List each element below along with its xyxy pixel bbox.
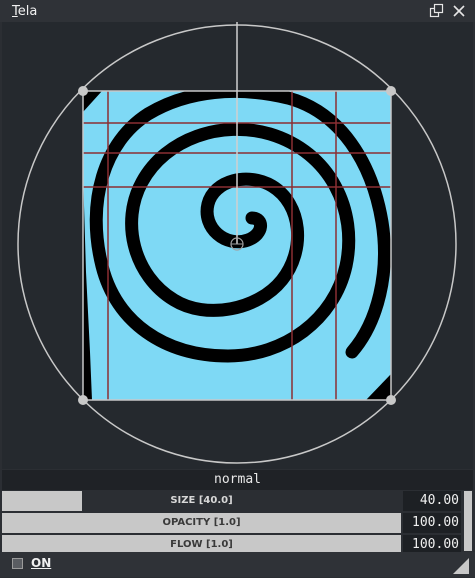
size-slider-label: SIZE [40.0] [170,495,233,506]
close-icon[interactable] [450,2,468,20]
scrollbar[interactable] [463,490,473,552]
corner-handle [386,395,396,405]
corner-handle [78,86,88,96]
window-title: Tela [12,4,38,19]
scroll-thumb[interactable] [464,491,472,551]
title-bar: Tela [0,0,475,22]
opacity-slider-label: OPACITY [1.0] [162,517,241,528]
corner-handle [386,86,396,96]
size-slider[interactable]: SIZE [40.0] [2,491,401,511]
opacity-slider[interactable]: OPACITY [1.0] [2,513,401,533]
size-value-field[interactable]: 40.00 [403,491,461,511]
on-label[interactable]: ON [31,556,51,570]
float-window-icon[interactable] [428,2,446,20]
corner-handle [78,395,88,405]
blend-mode-selector[interactable]: normal [2,470,473,490]
blend-mode-label: normal [214,472,261,487]
flow-slider-label: FLOW [1.0] [170,539,233,550]
opacity-value-field[interactable]: 100.00 [403,513,461,533]
on-checkbox[interactable] [12,558,23,569]
bottom-bar: ON [0,552,475,577]
resize-grip-icon[interactable] [449,556,469,574]
canvas-preview[interactable] [2,22,473,469]
